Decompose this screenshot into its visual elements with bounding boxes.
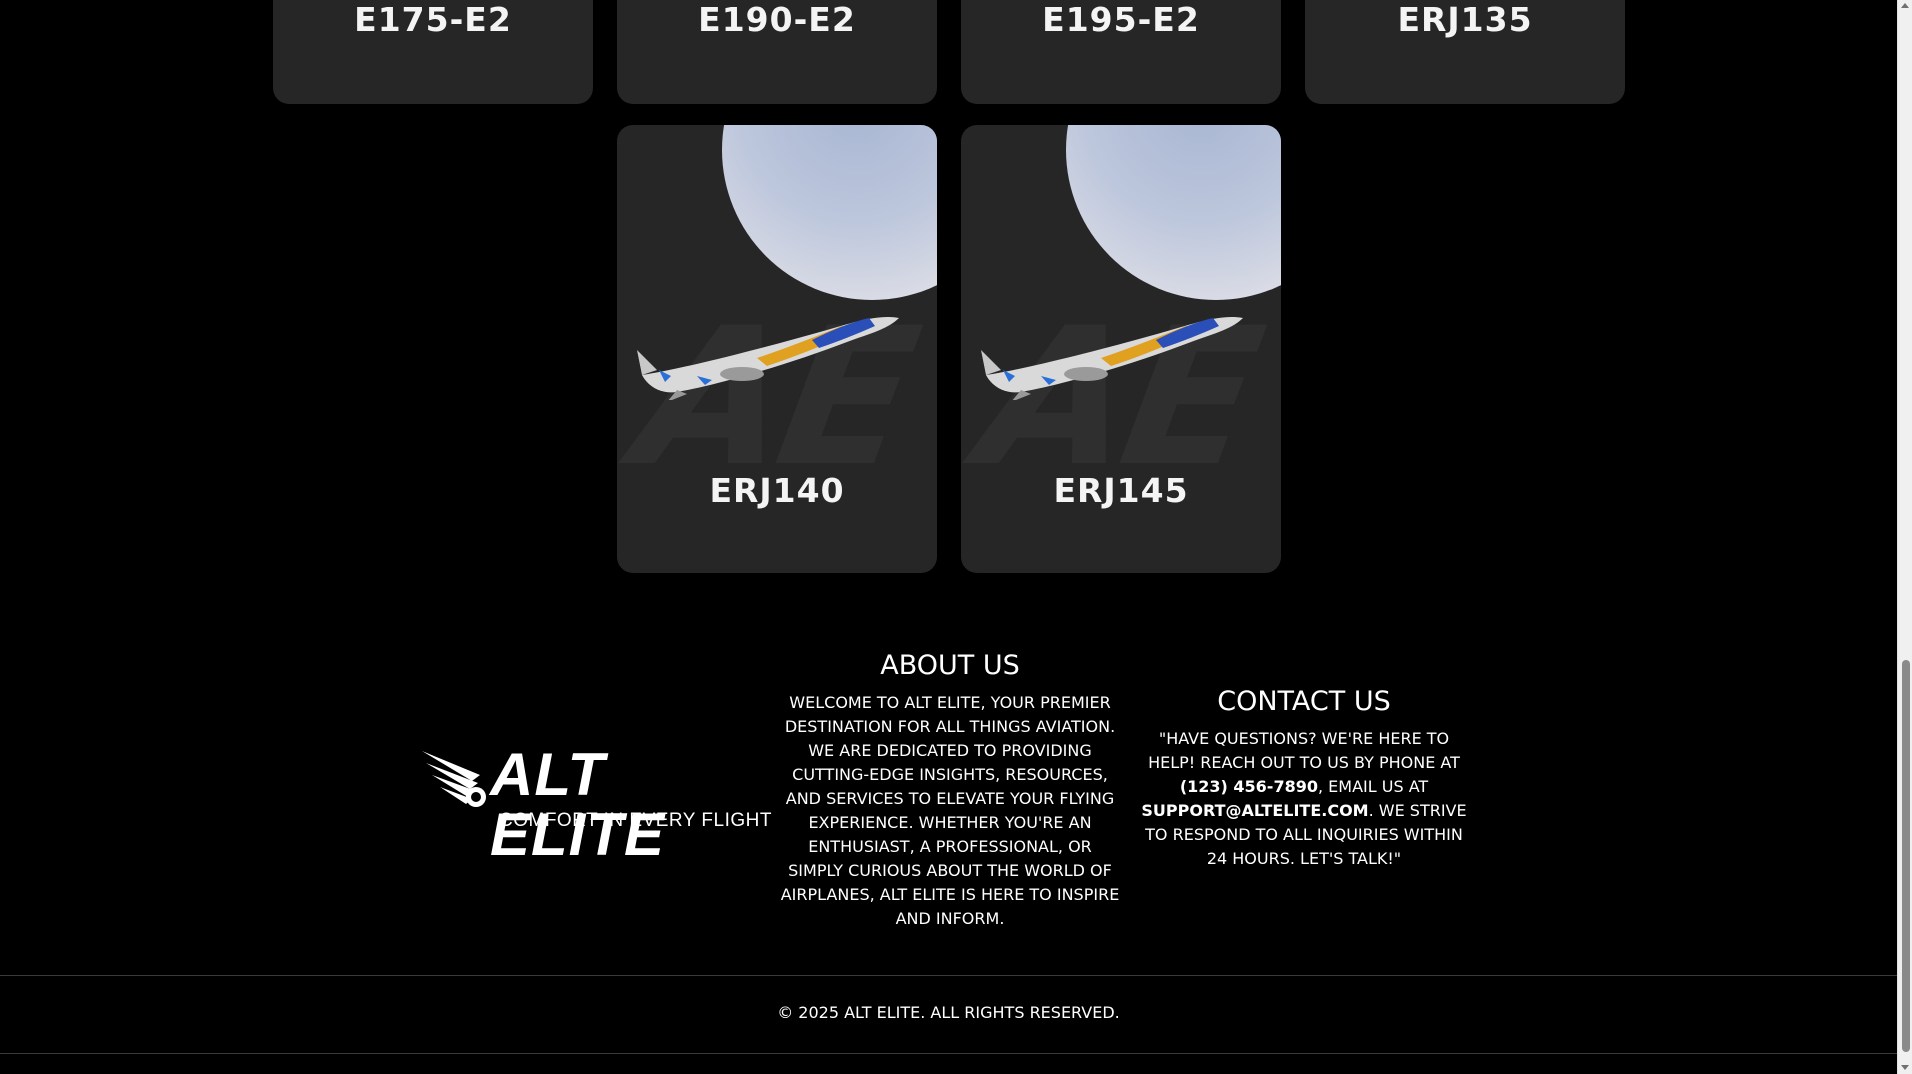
contact-section: CONTACT US "HAVE QUESTIONS? WE'RE HERE T… (1136, 686, 1472, 871)
about-title: ABOUT US (880, 650, 1020, 681)
contact-title: CONTACT US (1217, 686, 1391, 717)
aircraft-card-e175-e2[interactable]: E175-E2 (273, 0, 593, 104)
alt-elite-logo[interactable]: ALT ELITE COMFORT IN EVERY FLIGHT (420, 745, 772, 865)
contact-phone[interactable]: (123) 456-7890 (1180, 777, 1318, 796)
about-section: ABOUT US WELCOME TO ALT ELITE, YOUR PREM… (780, 650, 1120, 931)
logo-wordmark: ALT ELITE (490, 741, 666, 868)
contact-text: "HAVE QUESTIONS? WE'RE HERE TO HELP! REA… (1148, 729, 1460, 772)
logo-tagline: COMFORT IN EVERY FLIGHT (499, 810, 772, 831)
aircraft-card-erj140[interactable]: AE ERJ140 (617, 125, 937, 573)
aircraft-card-erj135[interactable]: ERJ135 (1305, 0, 1625, 104)
contact-email[interactable]: SUPPORT@ALTELITE.COM (1141, 801, 1368, 820)
footer-divider-top (0, 975, 1897, 976)
aircraft-card-erj145[interactable]: AE ERJ145 (961, 125, 1281, 573)
aircraft-card-title: E195-E2 (1042, 0, 1200, 39)
contact-body: "HAVE QUESTIONS? WE'RE HERE TO HELP! REA… (1136, 727, 1472, 871)
aircraft-card-title: E190-E2 (698, 0, 856, 39)
aircraft-card-title: ERJ135 (1397, 0, 1533, 39)
moon-backdrop (722, 125, 937, 300)
aircraft-card-title: ERJ145 (1053, 471, 1189, 510)
contact-text: , EMAIL US AT (1317, 777, 1429, 796)
aircraft-card-title: ERJ140 (709, 471, 845, 510)
page: E175-E2 E190-E2 E195-E2 ERJ135 AE ERJ140… (0, 0, 1897, 1074)
airplane-image (637, 317, 899, 400)
airplane-image (981, 317, 1243, 400)
copyright-text: © 2025 ALT ELITE. ALL RIGHTS RESERVED. (777, 1003, 1120, 1022)
aircraft-card-e195-e2[interactable]: E195-E2 (961, 0, 1281, 104)
aircraft-card-title: E175-E2 (354, 0, 512, 39)
footer-divider-bottom (0, 1053, 1897, 1054)
wing-logo-icon (422, 751, 486, 807)
moon-backdrop (1066, 125, 1281, 300)
scroll-up-arrow-icon[interactable] (1901, 3, 1909, 8)
vertical-scrollbar[interactable] (1897, 0, 1912, 1074)
about-body: WELCOME TO ALT ELITE, YOUR PREMIER DESTI… (780, 693, 1120, 928)
aircraft-card-e190-e2[interactable]: E190-E2 (617, 0, 937, 104)
scroll-down-arrow-icon[interactable] (1901, 1065, 1909, 1070)
scrollbar-thumb[interactable] (1902, 660, 1910, 1052)
